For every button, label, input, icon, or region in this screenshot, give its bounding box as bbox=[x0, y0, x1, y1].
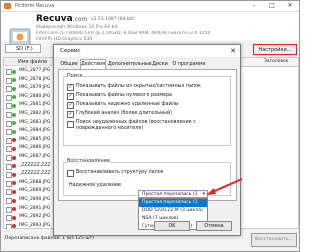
status-red-icon bbox=[12, 138, 16, 143]
table-row[interactable]: IMG_2882.JPG bbox=[4, 110, 54, 119]
dialog-tabs: Общие Действия Дополнительные Диски О пр… bbox=[58, 59, 236, 69]
tab-about[interactable]: О программе bbox=[172, 60, 206, 69]
file-name: IMG_2884.JPG bbox=[19, 128, 51, 134]
file-name: IMG_2878.JPG bbox=[19, 76, 51, 82]
file-name: IMG_2882.JPG bbox=[19, 111, 51, 116]
dialog-close-icon[interactable]: ✕ bbox=[226, 45, 240, 57]
tab-general[interactable]: Общие bbox=[58, 60, 80, 69]
version-text: v1.53.1087 (64-bit) bbox=[91, 17, 135, 22]
file-name: _ZZZZZZ.ZZZ bbox=[19, 171, 51, 177]
show-zero-size-checkbox[interactable]: ✓ Показывать файлы нулевого размера bbox=[67, 92, 227, 100]
status-red-icon bbox=[12, 164, 16, 169]
file-name: IMG_2880.JPG bbox=[19, 93, 51, 99]
show-secure-deleted-checkbox[interactable]: ✓ Показывать надежно удаленные файлы bbox=[67, 101, 227, 109]
status-red-icon bbox=[12, 224, 16, 229]
cancel-button[interactable]: Отмена bbox=[196, 221, 232, 231]
file-name: IMG_2881.JPG bbox=[19, 102, 51, 108]
file-list-header[interactable]: Имя файла bbox=[4, 58, 54, 66]
tab-drives[interactable]: Диски bbox=[150, 60, 170, 69]
status-red-icon bbox=[12, 146, 16, 151]
brand-name: Recuva.com bbox=[36, 14, 88, 24]
status-red-icon bbox=[12, 198, 16, 203]
tab-actions[interactable]: Действия bbox=[80, 59, 106, 69]
status-green-icon bbox=[12, 129, 16, 134]
table-row[interactable]: IMG_2881.JPG bbox=[4, 101, 54, 110]
undeleted-search-checkbox[interactable]: Поиск неудаленных файлов (восстановление… bbox=[67, 120, 227, 134]
status-green-icon bbox=[12, 86, 16, 91]
status-green-icon bbox=[12, 78, 16, 83]
maximize-button[interactable]: □ bbox=[263, 1, 281, 11]
file-name: IMG_2885.JPG bbox=[19, 136, 51, 142]
table-row[interactable]: IMG_2880.JPG bbox=[4, 93, 54, 102]
status-red-icon bbox=[12, 215, 16, 220]
table-row[interactable]: _ZZZZZZ.ZZZ bbox=[4, 162, 54, 171]
file-name: IMG_2889.JPG bbox=[19, 188, 51, 194]
status-green-icon bbox=[12, 121, 16, 126]
option-simple[interactable]: Простая перезапись (1 цикл) bbox=[139, 199, 207, 213]
status-green-icon bbox=[12, 69, 16, 74]
option-dod[interactable]: DOD 5220.22-M (3 цикла) bbox=[139, 207, 207, 215]
recover-button[interactable]: Восстановить... bbox=[251, 233, 297, 247]
window-title: Piriform Recuva bbox=[15, 3, 55, 9]
tab-advanced[interactable]: Дополнительные bbox=[108, 60, 152, 69]
table-row[interactable]: IMG_2878.JPG bbox=[4, 76, 54, 85]
sys-info-line-3: Intel(R) HD Graphics 630 bbox=[36, 37, 93, 42]
table-row[interactable]: IMG_2888.JPG bbox=[4, 179, 54, 188]
table-row[interactable]: IMG_2883.JPG bbox=[4, 119, 54, 128]
show-hidden-checkbox[interactable]: ✓ Показывать файлы из скрытых/системных п… bbox=[67, 83, 227, 91]
search-group-label: Поиск bbox=[67, 73, 83, 79]
file-name: IMG_2886.JPG bbox=[19, 145, 51, 151]
table-row[interactable]: IMG_2890.JPG bbox=[4, 196, 54, 205]
minimize-button[interactable]: – bbox=[245, 1, 263, 11]
restore-group-label: Восстановление bbox=[67, 158, 111, 164]
table-row[interactable]: IMG_2885.JPG bbox=[4, 136, 54, 145]
dialog-title: Сервис bbox=[54, 45, 240, 57]
table-row[interactable]: IMG_2889.JPG bbox=[4, 187, 54, 196]
table-row[interactable]: IMG_2884.JPG bbox=[4, 127, 54, 136]
drive-select[interactable]: SD (F:) bbox=[5, 44, 41, 53]
file-name: _ZZZZZZ.ZZZ bbox=[19, 162, 51, 168]
table-row[interactable]: _ZZZZZZ.ZZZ bbox=[4, 170, 54, 179]
overwrite-method-select[interactable]: Простая перезапись (1 цикл) ▾ bbox=[138, 190, 208, 205]
status-red-icon bbox=[12, 172, 16, 177]
table-row[interactable]: IMG_2891.JPG bbox=[4, 205, 54, 214]
file-name: IMG_2892.JPG bbox=[19, 214, 51, 220]
file-list: Имя файла IMG_2877.JPG IMG_2878.JPG IMG_28… bbox=[3, 57, 55, 230]
status-green-icon bbox=[12, 95, 16, 100]
arrow-annotation-icon bbox=[206, 178, 243, 195]
settings-dialog: Сервис ✕ Общие Действия Дополнительные Д… bbox=[53, 44, 243, 236]
table-row[interactable]: IMG_2892.JPG bbox=[4, 213, 54, 222]
restore-folders-checkbox[interactable]: Восстанавливать структуру папок bbox=[67, 169, 227, 177]
title-bar: Piriform Recuva – □ ✕ bbox=[1, 1, 299, 12]
file-name: IMG_2887.JPG bbox=[19, 154, 51, 159]
ok-button[interactable]: OK bbox=[154, 221, 190, 231]
secure-delete-label: Надежное удаление bbox=[69, 183, 121, 188]
file-name: IMG_2879.JPG bbox=[19, 85, 51, 91]
status-red-icon bbox=[12, 207, 16, 212]
file-name: IMG_2877.JPG bbox=[19, 68, 51, 73]
file-name: IMG_2890.JPG bbox=[19, 197, 51, 202]
sys-info-line-1: Майкрософт Windows 10 Pro 64-bit bbox=[36, 25, 118, 30]
deep-scan-checkbox[interactable]: ✓ Глубокий анализ (более длительный) bbox=[67, 110, 227, 118]
status-text: Перезаписано файлов: 1 (из 125 шт) bbox=[5, 236, 95, 241]
app-icon bbox=[4, 3, 11, 9]
sys-info-line-2: Intel Core i5-7300HQ CPU @ 2.50GHz, 8.0G… bbox=[36, 31, 211, 36]
table-row[interactable]: IMG_2879.JPG bbox=[4, 84, 54, 93]
status-green-icon bbox=[12, 103, 16, 108]
file-name: IMG_2888.JPG bbox=[19, 179, 51, 185]
status-green-icon bbox=[12, 112, 16, 117]
file-name: IMG_2883.JPG bbox=[19, 119, 51, 125]
status-red-icon bbox=[12, 189, 16, 194]
file-name: IMG_2891.JPG bbox=[19, 205, 51, 211]
settings-button[interactable]: Настройки... bbox=[253, 44, 297, 55]
status-red-icon bbox=[12, 181, 16, 186]
table-row[interactable]: IMG_2887.JPG bbox=[4, 153, 54, 162]
close-button[interactable]: ✕ bbox=[281, 1, 299, 11]
table-row[interactable]: IMG_2877.JPG bbox=[4, 67, 54, 76]
table-row[interactable]: IMG_2886.JPG bbox=[4, 144, 54, 153]
status-red-icon bbox=[12, 155, 16, 160]
